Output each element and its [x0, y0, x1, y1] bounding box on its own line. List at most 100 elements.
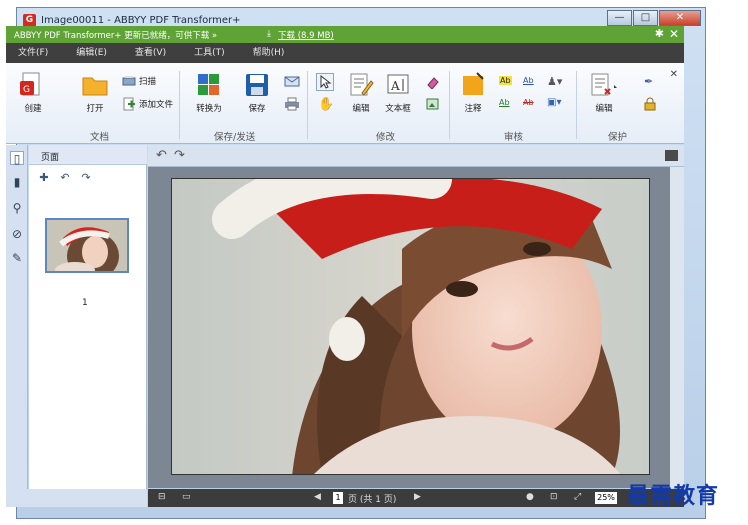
- bookmark-icon[interactable]: ▮: [10, 175, 24, 189]
- undo-icon[interactable]: ↶: [156, 148, 167, 163]
- open-label: 打开: [86, 104, 104, 114]
- add-file-icon: [123, 97, 135, 111]
- hand-tool-button[interactable]: ✋: [318, 97, 337, 112]
- strikethrough-button[interactable]: Ab: [523, 98, 537, 107]
- pages-tab-label: 页面: [41, 153, 60, 163]
- open-button[interactable]: 打开: [80, 71, 110, 114]
- stamp-icon: ♟▾: [547, 75, 563, 88]
- underline-text-icon: Ab: [523, 76, 534, 85]
- ribbon-separator: [179, 71, 180, 139]
- next-page-icon[interactable]: ▶: [414, 492, 421, 502]
- scan-label: 扫描: [139, 77, 157, 87]
- protect-edit-button[interactable]: 编辑: [584, 71, 624, 114]
- edit-document-icon: [350, 73, 374, 96]
- email-icon: [284, 76, 300, 87]
- add-file-button[interactable]: 添加文件: [122, 97, 173, 111]
- minimize-button[interactable]: —: [607, 10, 632, 26]
- highlight-text-icon: Ab: [499, 76, 512, 85]
- zoom-out-icon[interactable]: ●: [526, 492, 534, 502]
- update-notification-bar: ABBYY PDF Transformer+ 更新已就绪，可供下载 » ⤓ 下载…: [6, 26, 684, 43]
- redo-icon[interactable]: ↷: [174, 148, 185, 163]
- create-label: 创建: [24, 104, 42, 114]
- convert-office-icon: [198, 74, 219, 95]
- review-group-label: 审核: [504, 132, 524, 143]
- prev-page-icon[interactable]: ◀: [314, 492, 321, 502]
- document-toolbar: ↶ ↷: [148, 145, 684, 167]
- fit-width-icon[interactable]: ⊡: [550, 492, 558, 502]
- search-icon[interactable]: ⚲: [10, 201, 24, 215]
- vertical-scrollbar[interactable]: [670, 167, 684, 488]
- fullscreen-icon[interactable]: ⤢: [574, 492, 581, 502]
- ribbon-separator: [307, 71, 308, 139]
- strikeout-button[interactable]: Ab: [499, 98, 513, 107]
- add-image-button[interactable]: [426, 97, 443, 111]
- signature-button[interactable]: ✒: [644, 75, 656, 88]
- menu-file[interactable]: 文件(F): [18, 43, 48, 63]
- insert-page-icon[interactable]: ✚: [35, 171, 53, 185]
- document-view[interactable]: ↶ ↷: [148, 145, 684, 488]
- strikeout-text-icon: Ab: [499, 98, 510, 107]
- cursor-icon: [316, 73, 334, 91]
- update-message[interactable]: ABBYY PDF Transformer+ 更新已就绪，可供下载 »: [14, 29, 217, 41]
- maximize-button[interactable]: □: [633, 10, 658, 26]
- pen-signature-icon: ✒: [644, 75, 654, 88]
- convert-button[interactable]: 转换为: [192, 71, 226, 114]
- redact-document-icon: [591, 73, 617, 96]
- pages-icon[interactable]: ▯: [10, 151, 24, 166]
- annotate-button[interactable]: 注释: [458, 71, 488, 114]
- menu-help[interactable]: 帮助(H): [253, 43, 285, 63]
- highlight-button[interactable]: Ab: [499, 76, 515, 85]
- download-link[interactable]: 下载 (8.9 MB): [278, 29, 334, 41]
- page-count-text: 页 (共 1 页): [348, 495, 397, 505]
- navigation-rail: ▯ ▮ ⚲ ⊘ ✎ ⚠: [6, 145, 28, 509]
- page-thumbnail[interactable]: [45, 218, 129, 273]
- menu-tools[interactable]: 工具(T): [194, 43, 225, 63]
- strikethrough-text-icon: Ab: [523, 98, 534, 107]
- menu-edit[interactable]: 编辑(E): [76, 43, 107, 63]
- zoom-level-field[interactable]: 25%: [595, 492, 617, 504]
- save-button[interactable]: 保存: [242, 71, 272, 114]
- current-page-field[interactable]: 1: [333, 492, 343, 504]
- attachment-icon[interactable]: ⊘: [10, 227, 24, 241]
- signatures-icon[interactable]: ✎: [10, 251, 24, 265]
- eraser-icon: [427, 77, 439, 89]
- security-button[interactable]: [644, 97, 659, 111]
- underline-button[interactable]: Ab: [523, 76, 537, 85]
- single-page-icon[interactable]: ▭: [182, 492, 191, 502]
- rotate-right-icon[interactable]: ↷: [77, 171, 95, 185]
- close-button[interactable]: ✕: [659, 10, 701, 26]
- eraser-button[interactable]: [426, 75, 443, 89]
- comments-icon[interactable]: [665, 150, 678, 161]
- edit-button[interactable]: 编辑: [346, 71, 376, 114]
- collapse-ribbon-icon[interactable]: ✕: [670, 69, 678, 80]
- stamp-button[interactable]: ♟▾: [547, 75, 565, 88]
- select-tool-button[interactable]: [316, 73, 337, 91]
- close-notification-icon[interactable]: ✕: [669, 27, 679, 41]
- shape-button[interactable]: ▣▾: [547, 97, 564, 108]
- send-email-button[interactable]: [284, 75, 303, 87]
- fit-page-icon[interactable]: ⊟: [158, 492, 166, 502]
- edit-label: 编辑: [352, 104, 370, 114]
- textbox-icon: A: [387, 74, 409, 94]
- create-button[interactable]: G 创建: [16, 71, 50, 114]
- thumbnail-page-number: 1: [82, 298, 88, 308]
- menu-bar: 文件(F) 编辑(E) 查看(V) 工具(T) 帮助(H): [6, 43, 684, 63]
- print-button[interactable]: [284, 97, 303, 111]
- menu-view[interactable]: 查看(V): [135, 43, 166, 63]
- pages-tab[interactable]: 页面: [29, 145, 147, 165]
- annotate-label: 注释: [464, 104, 482, 114]
- protect-edit-label: 编辑: [595, 104, 613, 114]
- shape-icon: ▣▾: [547, 97, 562, 108]
- window-title: Image00011 - ABBYY PDF Transformer+: [41, 15, 241, 26]
- edit-group-label: 修改: [376, 132, 396, 143]
- protect-group-label: 保护: [608, 132, 628, 143]
- printer-icon: [285, 97, 299, 111]
- download-icon[interactable]: ⤓: [267, 29, 271, 39]
- document-page-image: [171, 178, 650, 475]
- ribbon-separator: [449, 71, 450, 139]
- scan-button[interactable]: 扫描: [122, 75, 156, 87]
- folder-icon: [82, 77, 108, 96]
- gear-icon[interactable]: ✱: [655, 27, 664, 40]
- textbox-button[interactable]: A 文本框: [380, 71, 416, 114]
- rotate-left-icon[interactable]: ↶: [56, 171, 74, 185]
